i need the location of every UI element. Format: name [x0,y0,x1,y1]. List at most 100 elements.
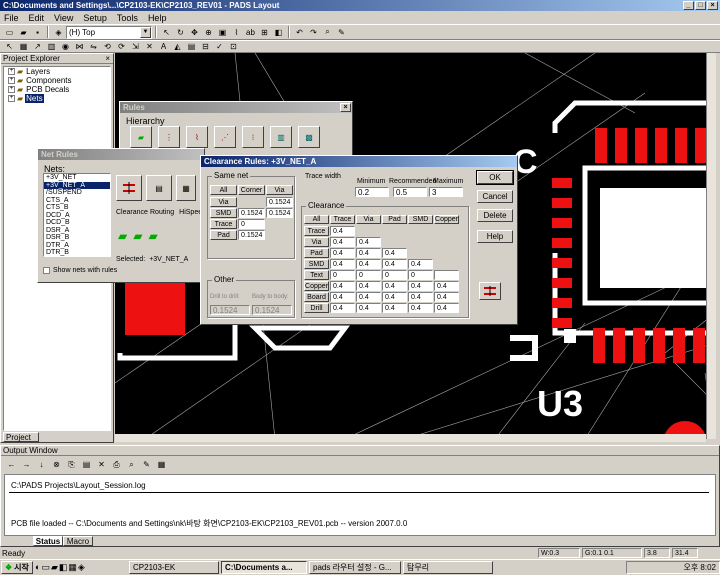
clearance-field[interactable]: 0.4 [356,259,381,269]
menu-file[interactable]: File [4,13,19,23]
verify-icon[interactable]: ✓ [213,40,226,53]
list-item[interactable]: +3V_NET_A [44,181,110,189]
brush-icon[interactable]: ✎ [335,26,348,39]
menu-setup[interactable]: Setup [83,13,107,23]
clearance-row-trace[interactable]: Trace [304,226,329,236]
list-item[interactable]: DCD_A [44,212,110,220]
redo-icon[interactable]: ↷ [307,26,320,39]
clearance-col-smd[interactable]: SMD [408,215,433,224]
clearance-col-trace[interactable]: Trace [330,215,355,224]
task-folder[interactable]: 탐무리 [403,561,493,574]
select-icon[interactable]: ↖ [160,26,173,39]
net-icon[interactable]: ⋈ [73,40,86,53]
tree-item-components[interactable]: + ▰ Components [4,76,110,85]
clearance-field[interactable]: 0.4 [330,292,355,302]
same-net-col-via[interactable]: Via [266,185,293,195]
apply-to-all-button[interactable] [479,282,501,300]
drill-to-drill-field[interactable]: 0.1524 [210,305,250,315]
clearance-field[interactable]: 0 [408,270,433,280]
list-item[interactable]: +3V_NET [44,174,110,182]
clearance-field[interactable]: 0.4 [330,248,355,258]
decal-rules-icon[interactable]: ▥ [270,126,292,148]
tree-item-nets[interactable]: + ▰ Nets [4,94,110,103]
body-to-body-field[interactable]: 0.1524 [252,305,292,315]
same-net-field[interactable]: 0.1524 [266,197,293,207]
same-net-field[interactable]: 0 [238,219,265,229]
maximize-button[interactable]: □ [695,1,706,10]
clearance-field[interactable]: 0.4 [382,259,407,269]
help-button[interactable]: Help [477,230,513,243]
move-icon[interactable]: ✥ [188,26,201,39]
rotate-icon[interactable]: ⟲ [101,40,114,53]
group-rules-icon[interactable]: ⋰ [214,126,236,148]
component-icon[interactable]: ▥ [45,40,58,53]
close-icon[interactable]: × [105,54,110,63]
layer-icon[interactable]: ◈ [52,26,65,39]
drafting-icon[interactable]: ab [244,26,257,39]
pin-pair-icon[interactable]: ⁝ [242,126,264,148]
clearance-field[interactable]: 0.4 [408,292,433,302]
delete-icon[interactable]: ✕ [95,458,108,471]
clearance-field[interactable]: 0.4 [408,259,433,269]
cam-icon[interactable]: ⊡ [227,40,240,53]
find-icon[interactable]: ⌕ [321,26,334,39]
undo-icon[interactable]: ↶ [293,26,306,39]
clearance-field[interactable]: 0.4 [434,303,459,313]
clearance-field[interactable]: 0.4 [382,292,407,302]
clearance-field[interactable]: 0.4 [356,281,381,291]
clearance-field[interactable]: 0.4 [356,303,381,313]
ok-button[interactable]: OK [476,170,514,185]
grid-icon[interactable]: ▦ [17,40,30,53]
clearance-field[interactable] [434,270,459,280]
close-button[interactable]: × [707,1,718,10]
clearance-field[interactable]: 0.4 [382,248,407,258]
new-file-icon[interactable]: ▭ [3,26,16,39]
tab-macro[interactable]: Macro [63,536,93,546]
same-net-field[interactable]: 0.1524 [266,208,293,218]
clearance-rules-button[interactable] [116,175,142,201]
save-icon[interactable]: ▪ [31,26,44,39]
clearance-row-smd[interactable]: SMD [304,259,329,269]
close-icon[interactable]: × [340,103,351,112]
via-icon[interactable]: ◉ [59,40,72,53]
same-net-field[interactable]: 0.1524 [238,208,265,218]
clearance-col-pad[interactable]: Pad [382,215,407,224]
clearance-field[interactable]: 0.4 [330,303,355,313]
expand-icon[interactable]: + [8,95,15,102]
nets-list[interactable]: +3V_NET +3V_NET_A/SUSPEND CTS_A CTS_B DCD_A D… [43,173,111,257]
list-item[interactable]: DTR_B [44,249,110,256]
routing-rules-button[interactable]: ▤ [146,175,172,201]
same-net-col-all[interactable]: All [210,185,237,195]
clearance-field[interactable]: 0.4 [330,259,355,269]
browser-icon[interactable]: ◐ [35,562,40,573]
list-item[interactable]: CTS_B [44,204,110,212]
clearance-row-board[interactable]: Board [304,292,329,302]
clearance-field[interactable]: 0.4 [434,281,459,291]
menu-help[interactable]: Help [148,13,167,23]
paste-icon[interactable]: ▤ [80,458,93,471]
class-rules-icon[interactable]: ⋮ [158,126,180,148]
list-item[interactable]: DCD_B [44,219,110,227]
canvas-vertical-scrollbar[interactable] [706,53,716,439]
clearance-field[interactable]: 0.4 [356,248,381,258]
same-net-row-trace[interactable]: Trace [210,219,237,229]
default-rules-icon[interactable]: ▰ [130,126,152,148]
copy-icon[interactable]: ⎘ [65,458,78,471]
net-rules-icon[interactable]: ⌇ [186,126,208,148]
tab-status[interactable]: Status [33,536,63,546]
clearance-field[interactable]: 0.4 [382,281,407,291]
expand-icon[interactable]: + [8,77,15,84]
stop-icon[interactable]: ⊗ [50,458,63,471]
zoom-fit-icon[interactable]: ▣ [216,26,229,39]
list-item[interactable]: DSR_B [44,234,110,242]
trace-width-minimum-field[interactable]: 0.2 [355,187,389,197]
refresh-icon[interactable]: ↻ [174,26,187,39]
clearance-col-copper[interactable]: Copper [434,215,459,224]
pointer-icon[interactable]: ↖ [3,40,16,53]
add-route-icon[interactable]: ↗ [31,40,44,53]
expand-icon[interactable]: + [8,86,15,93]
clearance-field[interactable]: 0.4 [408,281,433,291]
tree-item-pcb-decals[interactable]: + ▰ PCB Decals [4,85,110,94]
push-icon[interactable]: ⇲ [129,40,142,53]
grid-icon[interactable]: ▦ [155,458,168,471]
